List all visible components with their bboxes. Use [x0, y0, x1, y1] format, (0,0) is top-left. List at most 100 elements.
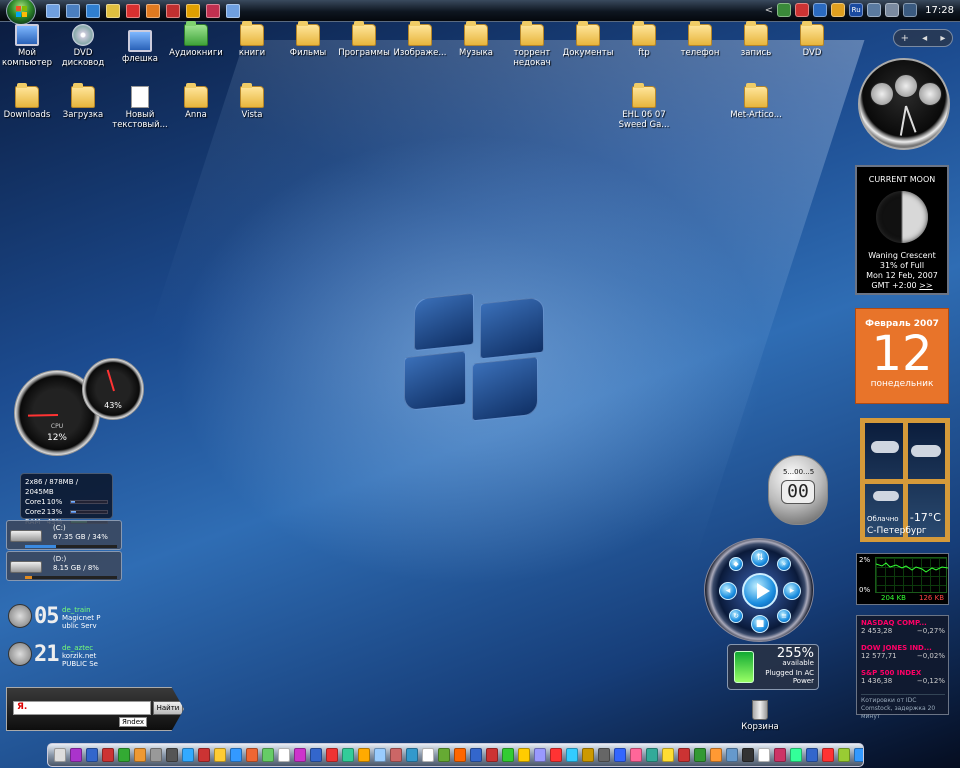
desktop-icon[interactable]: Аудиокниги [166, 21, 226, 58]
prev-gadget-button[interactable]: ◂ [922, 33, 927, 44]
ie-icon[interactable] [86, 4, 100, 18]
desktop-icon[interactable]: ftp [614, 21, 674, 58]
dock-app-icon[interactable] [758, 748, 770, 762]
shuffle-button[interactable]: ⇅ [751, 549, 769, 567]
switch-windows-icon[interactable] [66, 4, 80, 18]
calendar-gadget[interactable]: Февраль 2007 12 понедельник [855, 308, 949, 404]
battery-gadget[interactable]: 255% available Plugged In AC Power [727, 644, 819, 690]
drive-row[interactable]: (C:) 67.35 GB / 34% [6, 520, 122, 550]
messenger-icon[interactable] [226, 4, 240, 18]
desktop-icon[interactable]: телефон [670, 21, 730, 58]
desktop-icon[interactable]: Изображе... [390, 21, 450, 58]
dock-app-icon[interactable] [790, 748, 802, 762]
dock-app-icon[interactable] [726, 748, 738, 762]
volume-tray-icon[interactable] [885, 3, 900, 17]
clock-gadget[interactable] [858, 58, 950, 150]
dock-app-icon[interactable] [102, 748, 114, 762]
desktop-icon[interactable]: Новый текстовый... [110, 86, 170, 130]
desktop-icon[interactable]: Программы [334, 21, 394, 58]
desktop-icon[interactable]: Мой компьютер [0, 24, 57, 68]
display-tray-icon[interactable] [867, 3, 882, 17]
dock-app-icon[interactable] [230, 748, 242, 762]
dock-app-icon[interactable] [502, 748, 514, 762]
game-server-gadget[interactable]: 05 de_train Magicnet Public Serv [8, 602, 112, 632]
moon-more-link[interactable]: >> [919, 281, 932, 290]
total-commander-icon[interactable] [166, 4, 180, 18]
dock-app-icon[interactable] [470, 748, 482, 762]
media-player-icon[interactable] [106, 4, 120, 18]
dock-app-icon[interactable] [214, 748, 226, 762]
moon-phase-gadget[interactable]: CURRENT MOON Waning Crescent 31% of Full… [855, 165, 949, 295]
dock-app-icon[interactable] [262, 748, 274, 762]
dock-app-icon[interactable] [294, 748, 306, 762]
repeat-button[interactable]: ↻ [729, 609, 743, 623]
opera-icon[interactable] [126, 4, 140, 18]
yandex-logo[interactable]: Яndex [119, 717, 148, 727]
forward-button[interactable]: » [777, 557, 791, 571]
desktop-icon[interactable]: Загрузка [53, 83, 113, 120]
dock-app-icon[interactable] [550, 748, 562, 762]
network-tray-icon[interactable] [777, 3, 792, 17]
firefox-icon[interactable] [146, 4, 160, 18]
dock-app-icon[interactable] [806, 748, 818, 762]
dock-app-icon[interactable] [390, 748, 402, 762]
dock-app-icon[interactable] [742, 748, 754, 762]
dock-app-icon[interactable] [598, 748, 610, 762]
desktop-icon[interactable]: флешка [110, 30, 170, 64]
desktop-icon[interactable]: Музыка [446, 21, 506, 58]
start-button[interactable] [6, 0, 36, 25]
desktop-icon[interactable]: торрент недокач [502, 21, 562, 68]
weather-gadget[interactable]: Облачно -17°C С-Петербург [860, 418, 950, 542]
dock-app-icon[interactable] [278, 748, 290, 762]
dock-app-icon[interactable] [854, 748, 863, 762]
desktop-icon[interactable]: DVD [782, 21, 842, 58]
next-gadget-button[interactable]: ▸ [940, 33, 945, 44]
stock-row[interactable]: NASDAQ COMP... 2 453,28 −0,27% [861, 619, 945, 644]
language-indicator[interactable]: Ru [849, 3, 864, 17]
network-meter-gadget[interactable]: 2% 0% 204 KB 126 KB [856, 553, 949, 605]
antivirus-tray-icon[interactable] [795, 3, 810, 17]
yandex-search-input[interactable]: Я. [13, 701, 151, 715]
dock-app-icon[interactable] [710, 748, 722, 762]
dock-app-icon[interactable] [198, 748, 210, 762]
memory-gauge[interactable]: 43% [82, 358, 144, 420]
dock-app-icon[interactable] [838, 748, 850, 762]
dock-app-icon[interactable] [326, 748, 338, 762]
tray-expand-arrow[interactable]: < [765, 5, 773, 16]
dock-app-icon[interactable] [694, 748, 706, 762]
dock-app-icon[interactable] [54, 748, 66, 762]
dock-app-icon[interactable] [358, 748, 370, 762]
dock-app-icon[interactable] [454, 748, 466, 762]
update-tray-icon[interactable] [831, 3, 846, 17]
dock-app-icon[interactable] [614, 748, 626, 762]
desktop-icon[interactable]: Anna [166, 83, 226, 120]
dock-app-icon[interactable] [630, 748, 642, 762]
egg-timer-gadget[interactable]: 5...00...5 00 [768, 455, 828, 525]
desktop-icon[interactable]: Met-Artico... [726, 83, 786, 120]
winrar-icon[interactable] [206, 4, 220, 18]
stocks-gadget[interactable]: NASDAQ COMP... 2 453,28 −0,27% DOW JONES IN… [856, 615, 949, 720]
dock-app-icon[interactable] [422, 748, 434, 762]
dock-app-icon[interactable] [678, 748, 690, 762]
add-gadget-button[interactable]: + [901, 33, 909, 44]
game-server-gadget[interactable]: 21 de_aztec korzik.net PUBLIC Se [8, 640, 112, 670]
dock-app-icon[interactable] [150, 748, 162, 762]
dock-app-icon[interactable] [774, 748, 786, 762]
dock-app-icon[interactable] [406, 748, 418, 762]
windows-flag-icon[interactable]: ◆ [729, 557, 743, 571]
dock-app-icon[interactable] [182, 748, 194, 762]
dock-app-icon[interactable] [342, 748, 354, 762]
play-button[interactable] [742, 573, 778, 609]
desktop-icon[interactable]: DVD дисковод [53, 24, 113, 68]
desktop-icon[interactable]: запись [726, 21, 786, 58]
taskbar-clock[interactable]: 17:28 [925, 5, 954, 16]
desktop-icon[interactable]: Фильмы [278, 21, 338, 58]
desktop-icon[interactable]: Документы [558, 21, 618, 58]
dock-app-icon[interactable] [166, 748, 178, 762]
dock-app-icon[interactable] [118, 748, 130, 762]
desktop-icon[interactable]: Vista [222, 83, 282, 120]
stock-row[interactable]: DOW JONES IND... 12 577,71 −0,02% [861, 644, 945, 669]
dock-app-icon[interactable] [134, 748, 146, 762]
dock-app-icon[interactable] [662, 748, 674, 762]
next-track-button[interactable]: ▸ [783, 582, 801, 600]
